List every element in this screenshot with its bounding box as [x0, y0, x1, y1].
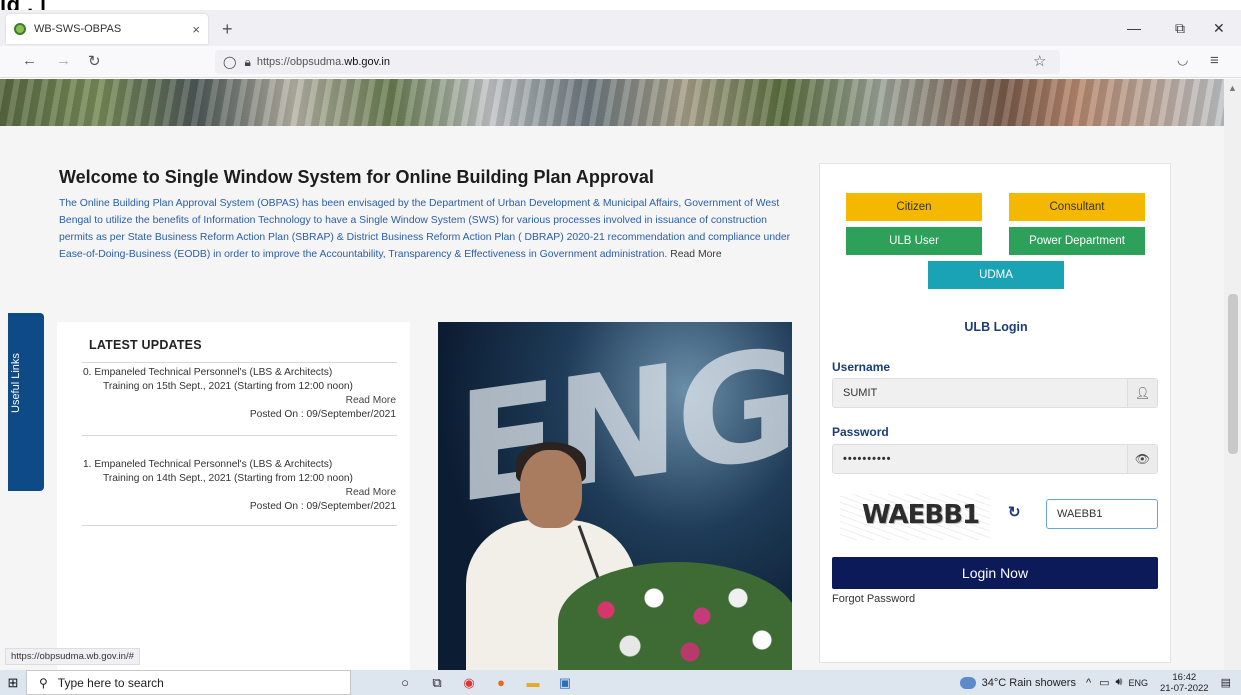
url-host: wb.gov.in: [344, 56, 390, 68]
latest-updates-panel: LATEST UPDATES 0. Empaneled Technical Pe…: [57, 322, 410, 670]
photo-figure-head: [520, 450, 582, 528]
tracking-shield-icon[interactable]: ◯: [223, 55, 236, 69]
captcha-input[interactable]: [1046, 499, 1158, 529]
reload-icon[interactable]: ↻: [88, 52, 101, 70]
welcome-paragraph: The Online Building Plan Approval System…: [59, 195, 794, 263]
tab-close-icon[interactable]: ×: [192, 22, 200, 37]
password-label: Password: [832, 425, 889, 439]
divider: [82, 435, 397, 436]
update-read-more-link[interactable]: Read More: [83, 394, 398, 408]
firefox-icon[interactable]: ●: [485, 675, 517, 690]
update-title: 1. Empaneled Technical Personnel's (LBS …: [83, 459, 333, 470]
clock-time: 16:42: [1172, 671, 1197, 683]
eye-icon[interactable]: 👁︎: [1127, 445, 1157, 473]
udma-button[interactable]: UDMA: [928, 261, 1064, 289]
captcha-image: WAEBB1: [840, 494, 990, 540]
update-posted-date: Posted On : 09/September/2021: [249, 409, 396, 420]
latest-updates-heading: LATEST UPDATES: [89, 338, 202, 352]
site-favicon-icon: [14, 23, 26, 35]
speaker-icon[interactable]: 🔊︎: [1116, 676, 1123, 689]
taskbar-search-placeholder: Type here to search: [57, 675, 164, 690]
new-tab-icon[interactable]: +: [222, 19, 233, 40]
update-read-more-link[interactable]: Read More: [83, 486, 398, 500]
notepad-icon[interactable]: ▣: [549, 675, 581, 691]
lock-icon[interactable]: 🔒︎: [244, 55, 250, 70]
tab-title: WB-SWS-OBPAS: [34, 23, 122, 35]
update-posted-date: Posted On : 09/September/2021: [249, 501, 396, 512]
username-label: Username: [832, 360, 891, 374]
photo-backdrop-lettering: ENGA: [456, 322, 792, 538]
divider: [82, 362, 397, 363]
captcha-text: WAEBB1: [862, 500, 980, 530]
url-prefix: https://obpsudma.: [256, 56, 345, 68]
restore-icon[interactable]: ⧉: [1175, 20, 1185, 37]
windows-taskbar: ⊞ ⚲ Type here to search ○ ⧉ ◉ ● ▬ ▣ 34°C…: [0, 670, 1241, 695]
taskbar-search[interactable]: ⚲ Type here to search: [26, 670, 351, 695]
pocket-icon[interactable]: ◡: [1177, 52, 1188, 68]
file-explorer-icon[interactable]: ▬: [517, 675, 549, 690]
clock[interactable]: 16:42 21-07-2022: [1160, 672, 1209, 694]
forgot-password-link[interactable]: Forgot Password: [832, 593, 915, 605]
clock-date: 21-07-2022: [1159, 682, 1209, 694]
screen: lg . [ WB-SWS-OBPAS × + — ⧉ ✕ ← → ↻ ◯ 🔒︎…: [0, 0, 1241, 695]
page-scrollbar[interactable]: ▲: [1224, 79, 1241, 670]
system-tray: 34°C Rain showers ^ ▭ 🔊︎ ENG 16:42 21-07…: [959, 670, 1231, 695]
web-page: Welcome to Single Window System for Onli…: [0, 79, 1224, 670]
photo-flower-bouquet: [558, 562, 792, 670]
update-item: 1. Empaneled Technical Personnel's (LBS …: [83, 458, 398, 514]
username-field: 👤︎: [832, 378, 1158, 408]
password-input[interactable]: [833, 445, 1127, 473]
login-heading: ULB Login: [964, 320, 1028, 334]
refresh-captcha-icon[interactable]: ↻: [1008, 503, 1021, 521]
divider: [82, 525, 397, 526]
menu-icon[interactable]: ≡: [1210, 52, 1219, 69]
username-input[interactable]: [833, 379, 1127, 407]
password-field: 👁︎: [832, 444, 1158, 474]
useful-links-label: Useful Links: [10, 353, 22, 413]
forward-icon[interactable]: →: [56, 52, 71, 69]
citizen-button[interactable]: Citizen: [846, 193, 982, 221]
welcome-read-more-link[interactable]: Read More: [670, 249, 721, 260]
scrollbar-thumb[interactable]: [1228, 294, 1238, 454]
task-view-icon[interactable]: ⧉: [421, 675, 453, 691]
browser-nav-bar: ← → ↻ ◯ 🔒︎ https://obpsudma. wb.gov.in ☆ …: [0, 46, 1241, 78]
windows-start-icon[interactable]: ⊞: [0, 670, 26, 695]
back-icon[interactable]: ←: [22, 52, 37, 69]
cortana-icon[interactable]: ○: [389, 675, 421, 690]
tray-chevron-icon[interactable]: ^: [1086, 677, 1091, 689]
weather-text[interactable]: 34°C Rain showers: [982, 677, 1076, 689]
status-link-preview: https://obpsudma.wb.gov.in/#: [5, 648, 140, 665]
update-subtitle: Training on 15th Sept., 2021 (Starting f…: [103, 381, 353, 392]
browser-tab-bar: WB-SWS-OBPAS × + — ⧉ ✕: [0, 10, 1241, 46]
bookmark-star-icon[interactable]: ☆: [1033, 52, 1046, 70]
search-icon: ⚲: [39, 675, 48, 690]
notifications-icon[interactable]: ▤: [1221, 676, 1231, 689]
update-subtitle: Training on 14th Sept., 2021 (Starting f…: [103, 473, 353, 484]
power-department-button[interactable]: Power Department: [1009, 227, 1145, 255]
chief-minister-photo: ENGA: [438, 322, 792, 670]
login-panel: Citizen Consultant ULB User Power Depart…: [819, 163, 1171, 663]
chrome-icon[interactable]: ◉: [453, 675, 485, 691]
minimize-icon[interactable]: —: [1127, 20, 1141, 36]
update-item: 0. Empaneled Technical Personnel's (LBS …: [83, 366, 398, 422]
language-indicator[interactable]: ENG: [1128, 678, 1148, 688]
useful-links-tab[interactable]: Useful Links: [8, 313, 44, 491]
scroll-up-icon[interactable]: ▲: [1228, 83, 1237, 93]
header-banner-image: [0, 79, 1224, 126]
ulb-user-button[interactable]: ULB User: [846, 227, 982, 255]
login-now-button[interactable]: Login Now: [832, 557, 1158, 589]
network-icon[interactable]: ▭: [1099, 676, 1109, 689]
user-icon: 👤︎: [1127, 379, 1157, 407]
address-bar[interactable]: ◯ 🔒︎ https://obpsudma. wb.gov.in: [215, 50, 1060, 74]
update-title: 0. Empaneled Technical Personnel's (LBS …: [83, 367, 333, 378]
taskbar-apps: ○ ⧉ ◉ ● ▬ ▣: [389, 675, 581, 691]
browser-tab[interactable]: WB-SWS-OBPAS ×: [6, 14, 208, 44]
weather-icon[interactable]: [959, 676, 976, 689]
window-close-icon[interactable]: ✕: [1213, 20, 1225, 37]
consultant-button[interactable]: Consultant: [1009, 193, 1145, 221]
welcome-title: Welcome to Single Window System for Onli…: [59, 167, 654, 187]
